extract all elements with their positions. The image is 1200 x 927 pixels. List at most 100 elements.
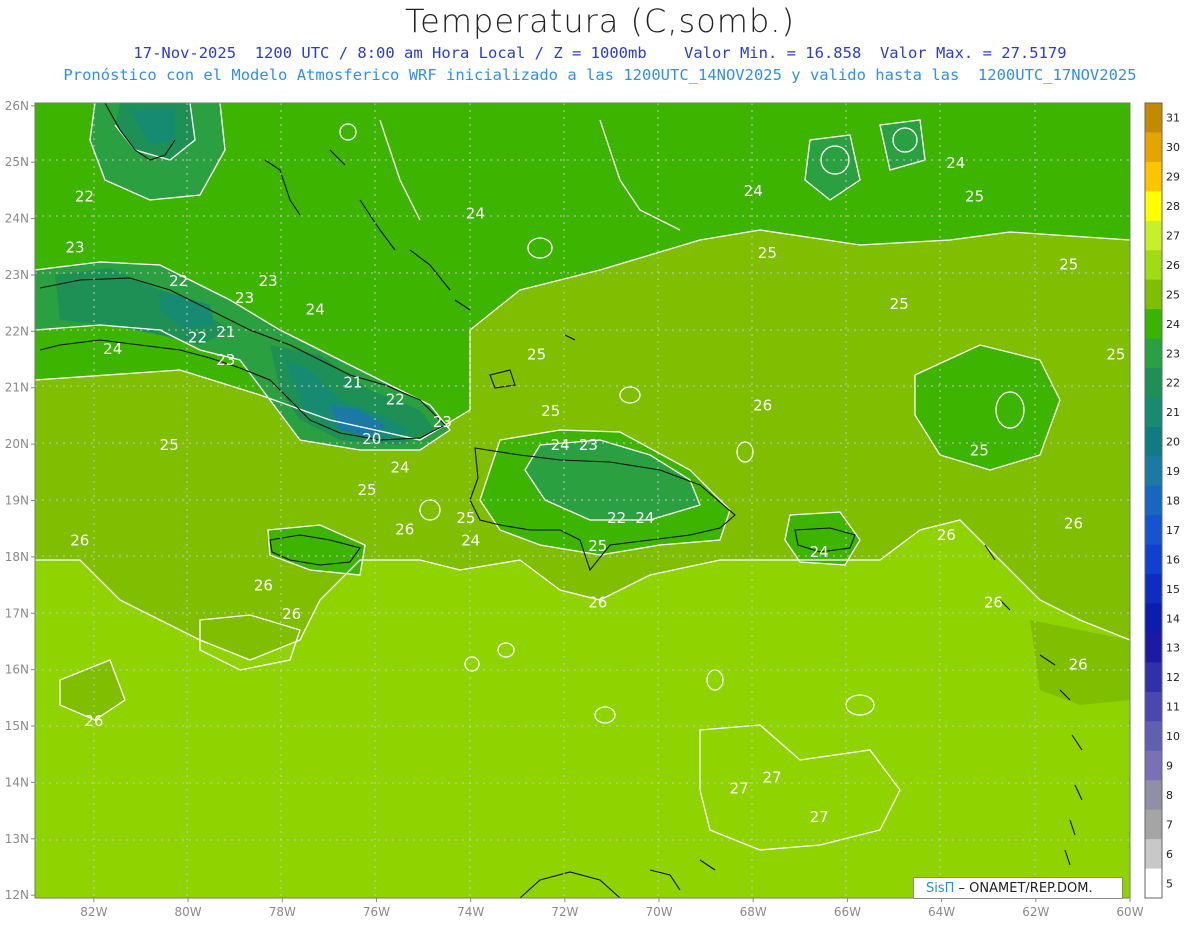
contour-label: 24 (551, 436, 570, 454)
colorbar-label: 14 (1166, 612, 1180, 625)
colorbar-label: 5 (1166, 877, 1173, 890)
contour-label: 23 (216, 351, 235, 369)
contour-label: 24 (466, 205, 485, 223)
lon-tick-label: 74W (457, 905, 484, 919)
lat-tick-label: 17N (5, 606, 29, 620)
colorbar-label: 7 (1166, 818, 1173, 831)
contour-label: 20 (362, 430, 381, 448)
contour-label: 25 (970, 441, 989, 459)
colorbar-swatch (1145, 456, 1162, 487)
colorbar-swatch (1145, 868, 1162, 899)
colorbar-swatch (1145, 368, 1162, 398)
contour-label: 25 (456, 509, 475, 527)
latitude-axis: 26N 25N 24N 23N 22N 21N 20N 19N 18N 17N 16N 15N 14N 1… (5, 99, 35, 902)
colorbar-swatch (1145, 132, 1162, 163)
colorbar-label: 22 (1166, 377, 1180, 390)
lat-tick-label: 25N (5, 155, 29, 169)
colorbar-label: 25 (1166, 288, 1180, 301)
contour-label: 22 (386, 391, 405, 409)
lon-tick-label: 76W (363, 905, 390, 919)
contour-label: 23 (579, 436, 598, 454)
colorbar-swatch (1145, 691, 1162, 722)
lat-tick-label: 24N (5, 212, 29, 226)
colorbar-label: 27 (1166, 230, 1180, 243)
colorbar-swatch (1145, 809, 1162, 840)
lat-tick-label: 12N (5, 888, 29, 902)
contour-label: 23 (65, 238, 84, 256)
colorbar-label: 21 (1166, 406, 1180, 419)
contour-label: 22 (75, 188, 94, 206)
colorbar-label: 12 (1166, 671, 1180, 684)
colorbar-label: 30 (1166, 141, 1180, 154)
colorbar-label: 16 (1166, 553, 1180, 566)
contour-label: 24 (810, 543, 829, 561)
lat-tick-label: 16N (5, 663, 29, 677)
lon-tick-label: 60W (1116, 905, 1143, 919)
contour-label: 24 (103, 340, 122, 358)
lon-tick-label: 72W (551, 905, 578, 919)
lon-tick-label: 78W (269, 905, 296, 919)
contour-label: 25 (890, 295, 909, 313)
lon-tick-label: 62W (1022, 905, 1049, 919)
contour-label: 26 (937, 526, 956, 544)
colorbar: 31 30 29 28 27 26 25 24 23 22 21 20 19 18 17 16 15 14 13 12… (1144, 102, 1180, 899)
contour-label: 23 (259, 272, 278, 290)
colorbar-swatch (1145, 279, 1162, 310)
contour-label: 26 (254, 577, 273, 595)
lon-tick-label: 82W (80, 905, 107, 919)
contour-label: 26 (1064, 515, 1083, 533)
contour-label: 24 (461, 532, 480, 550)
contour-label: 26 (395, 520, 414, 538)
colorbar-swatch (1145, 515, 1162, 546)
contour-label: 25 (758, 244, 777, 262)
colorbar-label: 26 (1166, 259, 1180, 272)
lat-tick-label: 23N (5, 268, 29, 282)
contour-label: 24 (635, 509, 654, 527)
colorbar-swatch (1145, 750, 1162, 781)
colorbar-swatch (1145, 161, 1162, 192)
contour-label: 25 (1059, 255, 1078, 273)
lon-tick-label: 66W (834, 905, 861, 919)
colorbar-swatch (1145, 309, 1162, 340)
contour-label: 24 (306, 300, 325, 318)
temperature-map: 22232223232422 21242321222320242525242425… (5, 99, 1180, 919)
colorbar-swatch (1145, 544, 1162, 575)
contour-label: 27 (810, 808, 829, 826)
contour-label: 26 (588, 594, 607, 612)
contour-label: 24 (946, 154, 965, 172)
colorbar-swatch (1145, 574, 1162, 605)
colorbar-label: 29 (1166, 171, 1180, 184)
colorbar-swatch (1145, 662, 1162, 693)
lon-tick-label: 80W (174, 905, 201, 919)
lat-tick-label: 20N (5, 437, 29, 451)
lat-tick-label: 18N (5, 550, 29, 564)
contour-label: 27 (763, 768, 782, 786)
colorbar-label: 6 (1166, 848, 1173, 861)
colorbar-label: 10 (1166, 730, 1180, 743)
contour-label: 26 (84, 712, 103, 730)
credit-text: – ONAMET/REP.DOM. (954, 881, 1093, 896)
colorbar-swatch (1145, 250, 1162, 281)
colorbar-swatch (1145, 633, 1162, 663)
colorbar-label: 24 (1166, 318, 1180, 331)
lat-tick-label: 13N (5, 832, 29, 846)
lon-tick-label: 68W (740, 905, 767, 919)
colorbar-label: 28 (1166, 200, 1180, 213)
contour-label: 23 (433, 413, 452, 431)
colorbar-swatch (1145, 426, 1162, 457)
contour-label: 22 (607, 509, 626, 527)
colorbar-label: 20 (1166, 436, 1180, 449)
colorbar-swatch (1145, 780, 1162, 811)
contour-label: 25 (1106, 346, 1125, 364)
contour-label: 27 (730, 780, 749, 798)
contour-label: 25 (357, 481, 376, 499)
colorbar-label: 23 (1166, 347, 1180, 360)
contour-label: 24 (390, 458, 409, 476)
lat-tick-label: 26N (5, 99, 29, 113)
contour-label: 22 (169, 272, 188, 290)
contour-label: 26 (70, 532, 89, 550)
credit-badge: SisΠ – ONAMET/REP.DOM. (913, 877, 1123, 899)
colorbar-swatch (1145, 103, 1162, 133)
contour-label: 25 (160, 436, 179, 454)
colorbar-swatch (1145, 485, 1162, 516)
